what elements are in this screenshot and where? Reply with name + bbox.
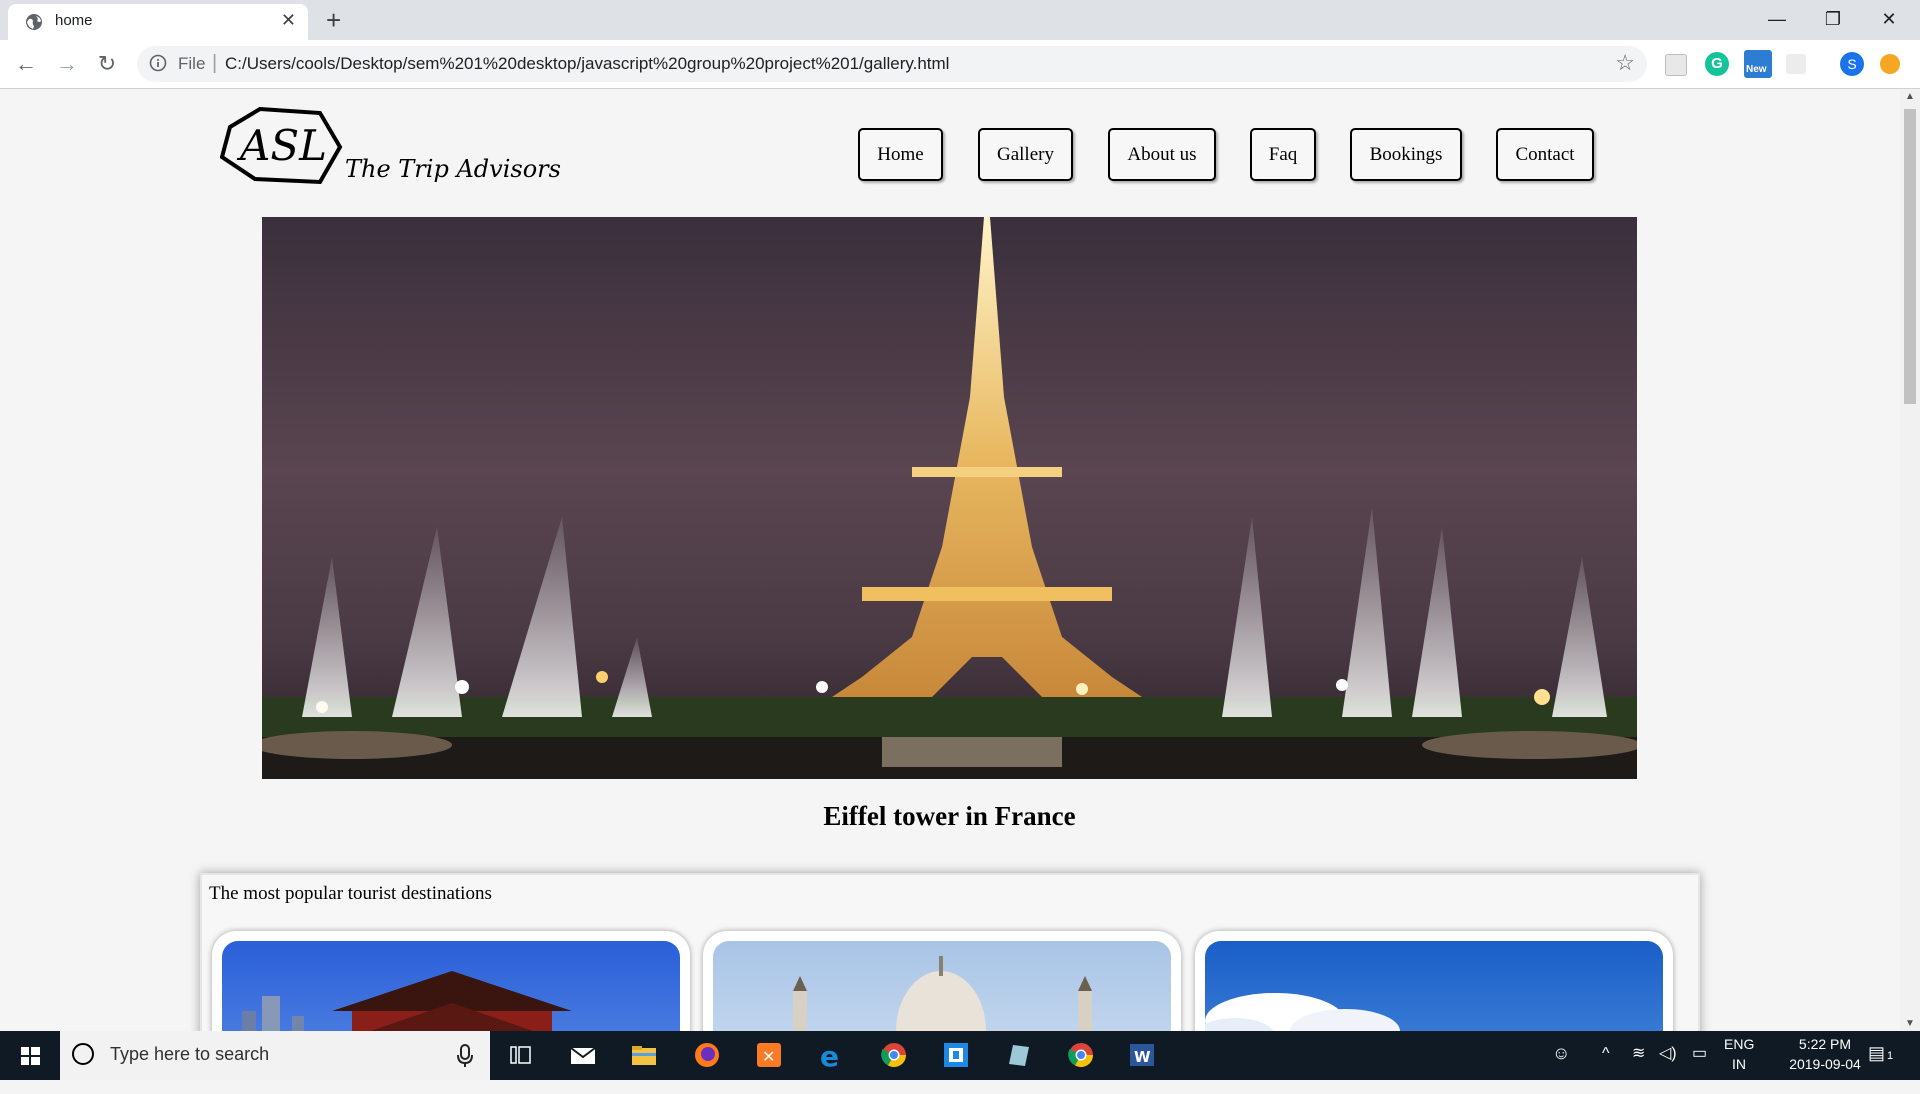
back-button[interactable]: ←: [10, 48, 42, 80]
url-text[interactable]: C:/Users/cools/Desktop/sem%201%20desktop…: [225, 54, 949, 74]
close-window-button[interactable]: ✕: [1861, 0, 1917, 40]
search-placeholder: Type here to search: [110, 1044, 270, 1064]
pocket-icon[interactable]: [1665, 54, 1687, 76]
reload-button[interactable]: ↻: [91, 48, 123, 80]
blank-extension-icon[interactable]: [1786, 54, 1806, 74]
tab-close-icon[interactable]: ✕: [281, 10, 296, 31]
file-explorer-icon[interactable]: [629, 1040, 659, 1070]
people-icon[interactable]: ☺: [1552, 1043, 1570, 1092]
region-code: IN: [1732, 1056, 1746, 1072]
destinations-heading: The most popular tourist destinations: [209, 883, 492, 904]
sticky-app-icon[interactable]: [1003, 1040, 1033, 1070]
volume-icon[interactable]: ◁): [1659, 1043, 1677, 1092]
bookmark-star-icon[interactable]: ☆: [1615, 50, 1635, 76]
browser-tab-strip: home ✕ + — ❐ ✕: [0, 0, 1920, 40]
separator: |: [212, 52, 218, 74]
svg-text:✕: ✕: [762, 1047, 775, 1066]
taj-mahal-photo: [713, 941, 1171, 1031]
new-extension-icon[interactable]: New: [1744, 50, 1772, 78]
nav-home[interactable]: Home: [858, 128, 943, 181]
clock-time: 5:22 PM: [1798, 1036, 1852, 1052]
page-content: ASL The Trip Advisors Home Gallery About…: [0, 89, 1900, 1031]
destinations-panel: The most popular tourist destinations: [200, 873, 1700, 1031]
browser-tab[interactable]: home ✕: [8, 4, 308, 40]
nav-faq[interactable]: Faq: [1250, 128, 1316, 181]
asl-logo[interactable]: ASL The Trip Advisors: [220, 107, 580, 187]
chrome-icon[interactable]: [879, 1040, 909, 1070]
scroll-down-arrow-icon[interactable]: ▼: [1904, 1018, 1916, 1029]
battery-icon[interactable]: ▭: [1692, 1043, 1707, 1092]
address-bar[interactable]: File | C:/Users/cools/Desktop/sem%201%20…: [137, 46, 1647, 82]
chrome-second-icon[interactable]: [1066, 1040, 1096, 1070]
language-code: ENG: [1724, 1036, 1755, 1052]
notification-count: 1: [1887, 1050, 1894, 1062]
forward-button[interactable]: →: [51, 48, 83, 80]
restore-button[interactable]: ❐: [1805, 0, 1861, 40]
clock[interactable]: 5:22 PM 2019-09-04: [1770, 1036, 1880, 1085]
nav-contact[interactable]: Contact: [1496, 128, 1594, 181]
microphone-icon[interactable]: [455, 1043, 475, 1069]
destination-card[interactable]: [212, 931, 690, 1031]
svg-text:e: e: [820, 1040, 839, 1070]
grammarly-icon[interactable]: G: [1705, 52, 1729, 76]
sky-clouds-photo: [1205, 941, 1663, 1031]
taskbar-search[interactable]: Type here to search: [60, 1031, 490, 1080]
show-hidden-icons-chevron-icon[interactable]: ^: [1602, 1045, 1610, 1094]
minimize-button[interactable]: —: [1749, 0, 1805, 40]
page-scrollbar[interactable]: ▲ ▼: [1900, 89, 1920, 1031]
info-icon[interactable]: [149, 54, 167, 72]
scroll-up-arrow-icon[interactable]: ▲: [1904, 91, 1916, 102]
browser-toolbar: ← → ↻ File | C:/Users/cools/Desktop/sem%…: [0, 40, 1920, 89]
globe-icon: [26, 14, 42, 30]
pagoda-temple-photo: [222, 941, 680, 1031]
wifi-icon[interactable]: ≋: [1632, 1043, 1645, 1092]
cortana-icon: [72, 1043, 94, 1065]
svg-text:ASL: ASL: [236, 121, 327, 170]
svg-text:The Trip Advisors: The Trip Advisors: [345, 155, 561, 183]
code-editor-icon[interactable]: [941, 1040, 971, 1070]
windows-start-icon[interactable]: [0, 1031, 60, 1080]
nav-about-us[interactable]: About us: [1108, 128, 1216, 181]
windows-taskbar: Type here to search ✕ e W ☺ ^ ≋ ◁) ▭ ENG…: [0, 1031, 1920, 1080]
notification-center-icon[interactable]: ▤ 1: [1868, 1043, 1893, 1092]
scrollbar-thumb[interactable]: [1904, 109, 1916, 404]
clock-date: 2019-09-04: [1789, 1056, 1861, 1072]
mail-icon[interactable]: [568, 1040, 598, 1070]
destination-card[interactable]: [1195, 931, 1673, 1031]
firefox-icon[interactable]: [692, 1040, 722, 1070]
new-tab-button[interactable]: +: [326, 4, 341, 36]
hero-caption: Eiffel tower in France: [823, 801, 1076, 831]
file-scheme-label: File: [178, 54, 206, 73]
input-language[interactable]: ENG IN: [1724, 1036, 1754, 1085]
eiffel-tower-photo: [262, 217, 1637, 779]
nav-bookings[interactable]: Bookings: [1350, 128, 1462, 181]
word-icon[interactable]: W: [1127, 1040, 1157, 1070]
new-badge-label: New: [1746, 64, 1767, 75]
task-view-icon[interactable]: [505, 1040, 535, 1070]
nav-gallery[interactable]: Gallery: [978, 128, 1073, 181]
profile-avatar[interactable]: S: [1840, 52, 1864, 76]
alert-extension-icon[interactable]: [1880, 54, 1900, 74]
destination-card[interactable]: [703, 931, 1181, 1031]
svg-text:W: W: [1134, 1048, 1151, 1066]
tab-title: home: [55, 12, 93, 29]
xampp-icon[interactable]: ✕: [754, 1040, 784, 1070]
edge-icon[interactable]: e: [817, 1040, 847, 1070]
